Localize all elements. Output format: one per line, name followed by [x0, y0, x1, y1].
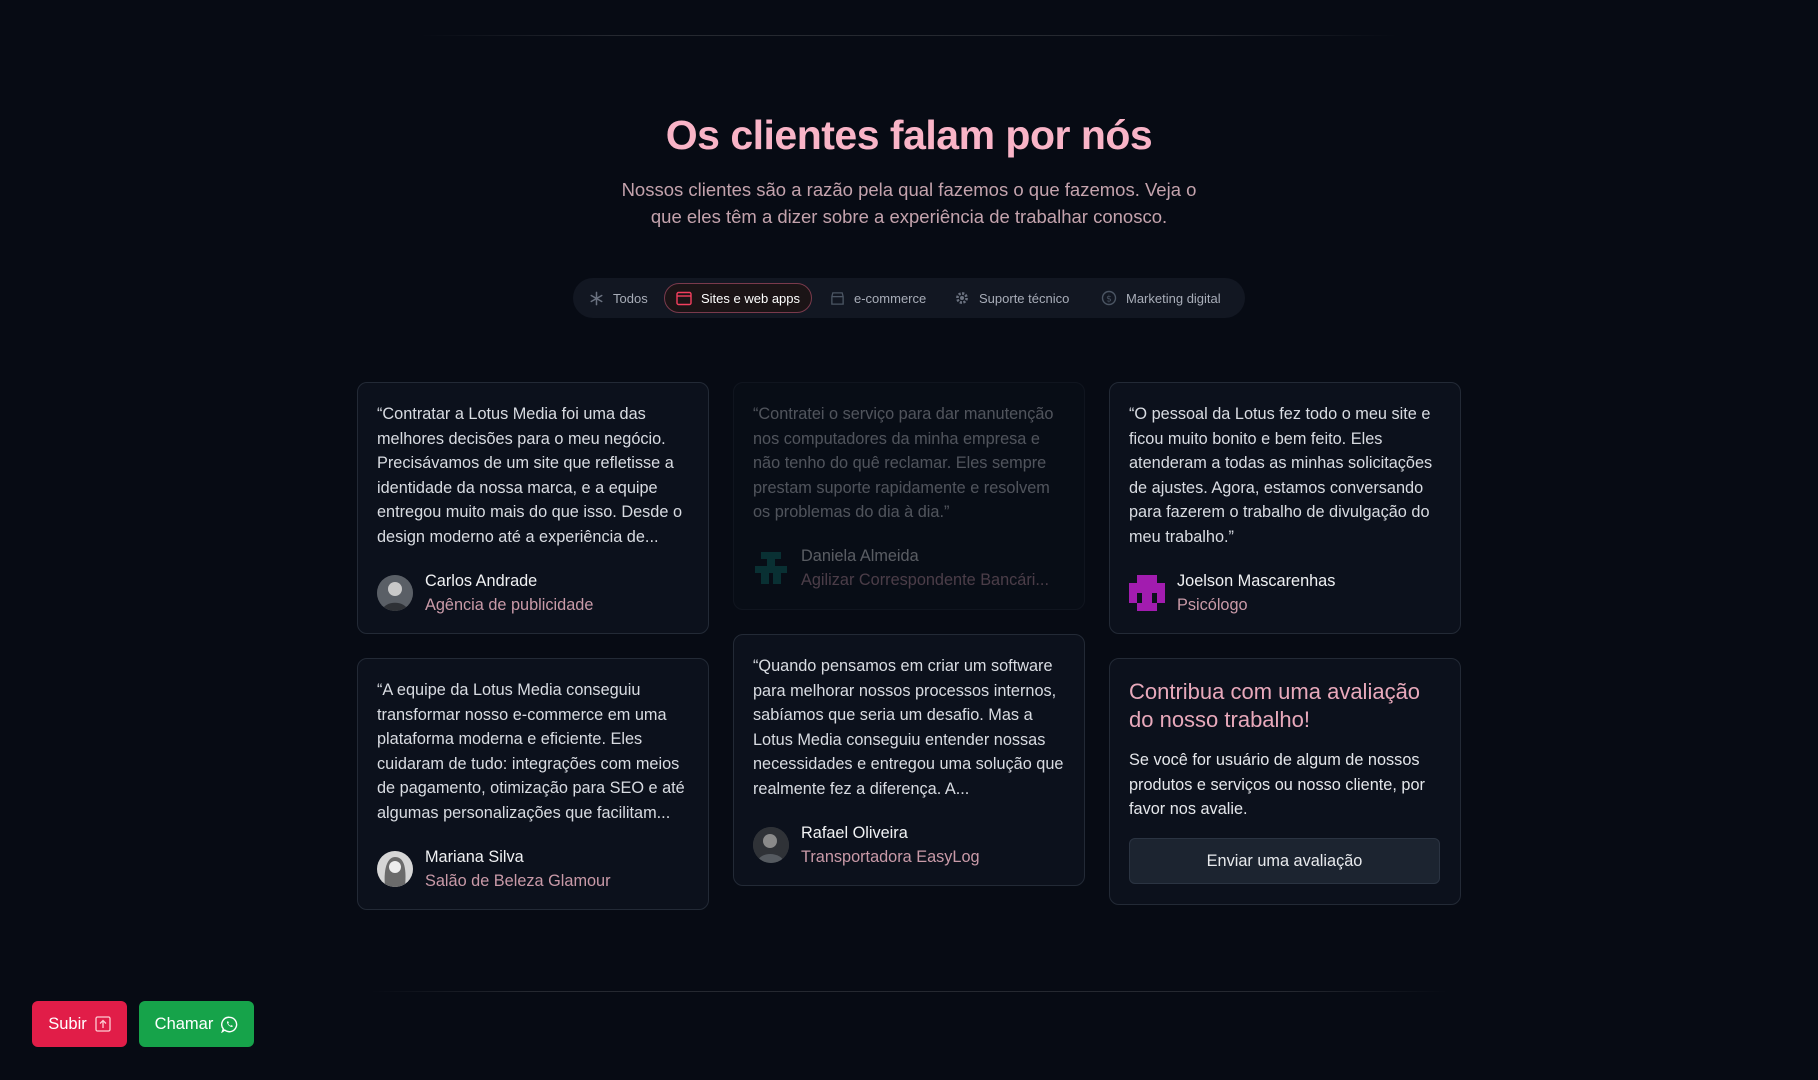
tab-sites-web-apps[interactable]: Sites e web apps	[664, 283, 813, 313]
author-name: Mariana Silva	[425, 848, 524, 866]
cta-text: Se você for usuário de algum de nossos p…	[1129, 751, 1425, 818]
tab-label: Suporte técnico	[979, 290, 1070, 306]
tab-label: Sites e web apps	[701, 290, 801, 306]
author-role: Agilizar Correspondente Bancári...	[801, 571, 1049, 589]
tab-marketing-digital[interactable]: $ Marketing digital	[1101, 283, 1221, 313]
cta-title: Contribua com uma avaliação do nosso tra…	[1129, 679, 1421, 732]
bottom-divider	[370, 991, 1448, 992]
testimonial-card: “Contratei o serviço para dar manutenção…	[733, 382, 1085, 610]
send-review-button[interactable]: Enviar uma avaliação	[1129, 838, 1440, 884]
author-name: Daniela Almeida	[801, 547, 919, 565]
testimonial-card: “Quando pensamos em criar um software pa…	[733, 634, 1085, 886]
author-name: Joelson Mascarenhas	[1177, 572, 1336, 590]
arrow-up-square-icon	[95, 1016, 111, 1032]
browser-window-icon	[676, 290, 692, 306]
top-divider	[420, 35, 1398, 36]
testimonial-author: Carlos Andrade Agência de publicidade	[377, 569, 593, 617]
avatar	[753, 827, 789, 863]
section-title: Os clientes falam por nós	[665, 112, 1153, 158]
scroll-top-label: Subir	[48, 1014, 87, 1033]
testimonial-quote: “Quando pensamos em criar um software pa…	[753, 657, 1064, 798]
avatar	[377, 851, 413, 887]
author-role: Salão de Beleza Glamour	[425, 872, 611, 890]
whatsapp-call-label: Chamar	[154, 1014, 214, 1033]
category-tabs: Todos Sites e web apps e-commerce Suport…	[573, 278, 1245, 318]
testimonial-author: Daniela Almeida Agilizar Correspondente …	[753, 544, 1049, 592]
gear-icon	[954, 290, 970, 306]
tab-ecommerce[interactable]: e-commerce	[829, 283, 926, 313]
svg-text:$: $	[1106, 295, 1112, 305]
tab-suporte-tecnico[interactable]: Suporte técnico	[954, 283, 1069, 313]
whatsapp-icon	[221, 1016, 238, 1033]
testimonial-quote: “A equipe da Lotus Media conseguiu trans…	[377, 681, 685, 822]
author-role: Psicólogo	[1177, 596, 1248, 614]
author-name: Carlos Andrade	[425, 572, 538, 590]
testimonial-quote: “O pessoal da Lotus fez todo o meu site …	[1129, 405, 1433, 546]
testimonial-card: “O pessoal da Lotus fez todo o meu site …	[1109, 382, 1461, 634]
avatar	[753, 550, 789, 586]
testimonial-card: “A equipe da Lotus Media conseguiu trans…	[357, 658, 709, 910]
tab-label: e-commerce	[854, 290, 927, 306]
tab-label: Todos	[613, 290, 648, 306]
testimonial-author: Joelson Mascarenhas Psicólogo	[1129, 569, 1335, 617]
tab-todos[interactable]: Todos	[588, 283, 648, 313]
scroll-top-button[interactable]: Subir	[32, 1001, 127, 1047]
testimonial-quote: “Contratar a Lotus Media foi uma das mel…	[377, 405, 682, 546]
tab-label: Marketing digital	[1126, 290, 1221, 306]
testimonial-author: Rafael Oliveira Transportadora EasyLog	[753, 821, 980, 869]
testimonial-card: “Contratar a Lotus Media foi uma das mel…	[357, 382, 709, 634]
asterisk-icon	[588, 290, 604, 306]
testimonial-author: Mariana Silva Salão de Beleza Glamour	[377, 845, 611, 893]
author-role: Agência de publicidade	[425, 596, 594, 614]
author-role: Transportadora EasyLog	[801, 848, 980, 866]
author-name: Rafael Oliveira	[801, 824, 908, 842]
whatsapp-call-button[interactable]: Chamar	[139, 1001, 254, 1047]
testimonial-quote: “Contratei o serviço para dar manutenção…	[753, 405, 1054, 521]
avatar	[1129, 575, 1165, 611]
avatar	[377, 575, 413, 611]
section-subtitle: Nossos clientes são a razão pela qual fa…	[621, 179, 1197, 227]
review-cta-card: Contribua com uma avaliação do nosso tra…	[1109, 658, 1461, 905]
dollar-circle-icon: $	[1101, 290, 1117, 306]
store-icon	[829, 290, 845, 306]
